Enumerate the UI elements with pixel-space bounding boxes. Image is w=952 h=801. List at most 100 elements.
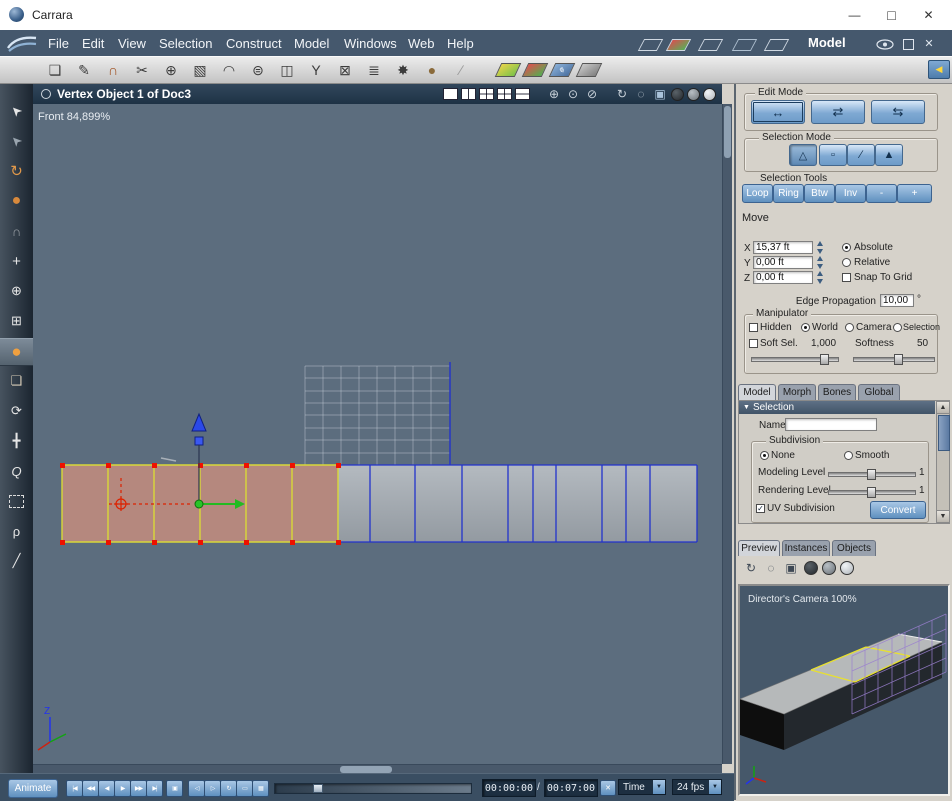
sphere-tool-icon[interactable]: ● [419, 59, 445, 81]
selection-radio[interactable] [893, 323, 902, 332]
prev-keyframe-button[interactable]: ◁ [188, 780, 205, 797]
viewport-canvas[interactable]: Front 84,899% Z [33, 104, 722, 764]
y-value-field[interactable] [753, 256, 813, 269]
orbit-camera-icon[interactable]: ⟳ [0, 398, 33, 424]
maximize-button[interactable]: □ [873, 0, 910, 29]
tab-objects[interactable]: Objects [832, 540, 876, 556]
z-value-field[interactable] [753, 271, 813, 284]
restore-panel-icon[interactable] [903, 39, 914, 50]
sphere-half-icon[interactable]: ⊙ [565, 86, 581, 102]
hidden-checkbox[interactable] [749, 323, 758, 332]
spin-up-icon[interactable] [816, 241, 823, 246]
mesh-unselected[interactable] [338, 464, 698, 543]
tool-plane2-icon[interactable] [697, 39, 724, 51]
selection-section-header[interactable]: ▼ Selection [739, 401, 935, 414]
vscroll-thumb[interactable] [724, 106, 731, 158]
tool-plane3-icon[interactable] [763, 39, 790, 51]
scrollbar-thumb[interactable] [938, 415, 950, 451]
tab-model[interactable]: Model [738, 384, 776, 400]
marquee-select-icon[interactable] [0, 488, 33, 514]
marquee-tool-icon[interactable]: ▧ [187, 59, 213, 81]
soft-selection-slider[interactable] [751, 354, 839, 365]
minimize-button[interactable]: — [836, 0, 873, 29]
sweep-icon[interactable]: ◫ [274, 59, 300, 81]
menu-file[interactable]: File [44, 34, 73, 53]
edit-mode-slide-button[interactable]: ⇄ [811, 100, 865, 124]
menu-construct[interactable]: Construct [222, 34, 286, 53]
eye-icon[interactable] [876, 39, 894, 50]
softness-slider[interactable] [853, 354, 935, 365]
delete-keyframe-button[interactable]: ▭ [236, 780, 253, 797]
dashed-circle-icon[interactable]: ◌ [633, 86, 649, 102]
close-panel-icon[interactable]: ✕ [922, 37, 936, 50]
sphere-wire-icon[interactable]: ⊕ [546, 86, 562, 102]
wireframe-cube-icon[interactable]: ▣ [652, 86, 668, 102]
wrench-plane-icon[interactable] [575, 61, 603, 79]
menu-help[interactable]: Help [443, 34, 478, 53]
view-layout-4pane-icon[interactable] [497, 88, 512, 100]
preview-orbit-icon[interactable]: ↻ [742, 559, 760, 577]
viewport-menu-icon[interactable] [41, 89, 51, 99]
menu-view[interactable]: View [114, 34, 150, 53]
go-end-button[interactable]: ▶| [146, 780, 163, 797]
rendering-level-slider[interactable] [828, 487, 916, 498]
animate-button[interactable]: Animate [8, 779, 58, 798]
preview-shading-mid-icon[interactable] [820, 559, 838, 577]
edge-propagation-field[interactable] [880, 294, 914, 307]
menu-web[interactable]: Web [404, 34, 439, 53]
edge-mode-button[interactable]: ∕ [847, 144, 875, 166]
current-time-display[interactable]: 00:00:00 [482, 779, 536, 797]
fps-dropdown[interactable]: 24 fps ▼ [672, 779, 722, 795]
boolean-icon[interactable]: ⊠ [332, 59, 358, 81]
spin-down-icon[interactable] [816, 279, 823, 284]
view-layout-rows-icon[interactable] [515, 88, 530, 100]
snap-to-grid-checkbox[interactable] [842, 273, 851, 282]
menu-edit[interactable]: Edit [78, 34, 108, 53]
preview-shading-light-icon[interactable] [838, 559, 856, 577]
zoom-icon[interactable]: Q [0, 458, 33, 484]
preview-shading-dark-icon[interactable] [802, 559, 820, 577]
slider-thumb[interactable] [820, 354, 829, 365]
vertex-cube-icon[interactable]: ❏ [42, 59, 68, 81]
shading-dark-sphere-icon[interactable] [671, 87, 684, 101]
cube-tool-icon[interactable]: ❏ [0, 368, 33, 394]
tab-instances[interactable]: Instances [782, 540, 830, 556]
spin-up-icon[interactable] [816, 256, 823, 261]
subdivision-none-radio[interactable] [760, 451, 769, 460]
loop-button[interactable]: Loop [742, 184, 773, 203]
move-tool-icon[interactable]: + [0, 248, 33, 274]
view-layout-3pane-icon[interactable] [479, 88, 494, 100]
point-mode-button[interactable]: ▫ [819, 144, 847, 166]
shrink-selection-button[interactable]: - [866, 184, 897, 203]
edit-mode-axis-button[interactable]: ⇆ [871, 100, 925, 124]
camera-radio[interactable] [845, 323, 854, 332]
spin-up-icon[interactable] [816, 271, 823, 276]
step-back-button[interactable]: ◀ [98, 780, 115, 797]
menu-selection[interactable]: Selection [155, 34, 216, 53]
view-layout-single-icon[interactable] [443, 88, 458, 100]
spin-down-icon[interactable] [816, 264, 823, 269]
direct-select-icon[interactable]: ➤ [0, 120, 37, 162]
loop-playback-button[interactable]: ↻ [220, 780, 237, 797]
funnel-icon[interactable]: Y [303, 59, 329, 81]
face-mode-button[interactable]: ▲ [875, 144, 903, 166]
sphere-cut-icon[interactable]: ⊘ [584, 86, 600, 102]
view-layout-2pane-icon[interactable] [461, 88, 476, 100]
time-mode-dropdown[interactable]: Time ▼ [618, 779, 666, 795]
extrude-icon[interactable]: ⊜ [245, 59, 271, 81]
spline-pen-icon[interactable]: ✎ [71, 59, 97, 81]
scroll-up-icon[interactable]: ▲ [937, 402, 949, 414]
shading-mid-sphere-icon[interactable] [687, 87, 700, 101]
panel-scrollbar[interactable]: ▲ ▼ [936, 401, 950, 523]
slider-thumb[interactable] [867, 469, 876, 480]
slider-thumb[interactable] [894, 354, 903, 365]
move-plane-tool-icon[interactable]: ⊞ [0, 308, 33, 334]
menu-windows[interactable]: Windows [340, 34, 401, 53]
next-keyframe-button[interactable]: ▷ [204, 780, 221, 797]
preview-dashed-circle-icon[interactable]: ◌ [762, 559, 780, 577]
soft-selection-checkbox[interactable] [749, 339, 758, 348]
hscroll-thumb[interactable] [340, 766, 392, 773]
tab-morph[interactable]: Morph [778, 384, 816, 400]
tab-bones[interactable]: Bones [818, 384, 856, 400]
world-radio[interactable] [801, 323, 810, 332]
